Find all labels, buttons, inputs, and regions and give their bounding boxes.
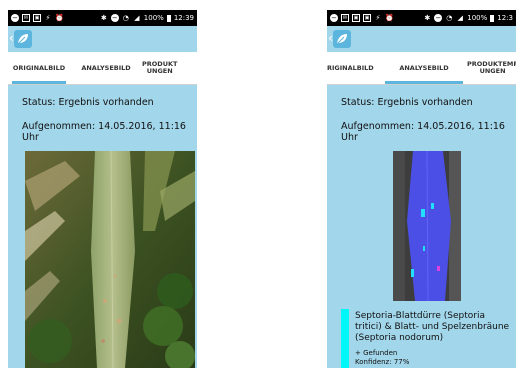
tab-produktempfehlungen[interactable]: PRODUKT UNGEN	[142, 52, 197, 84]
phone-screen-analysis: − ✉ ▣ ▣ ⚡ ⏰ ✱ − ◔ ◢ 100% 12:3 ‹ RIGINALB…	[327, 10, 516, 368]
tab-bar: ORIGINALBILD ANALYSEBILD PRODUKT UNGEN	[8, 52, 197, 85]
status-bar: − ✉ ▣ ⚡ ⏰ ✱ − ◔ ◢ 100% 12:39	[8, 10, 197, 26]
bluetooth-icon: ✱	[424, 14, 431, 22]
alarm-icon: ⏰	[55, 14, 64, 22]
wifi-icon: ◔	[122, 14, 129, 22]
clock: 12:3	[497, 14, 513, 22]
status-text: Status: Ergebnis vorhanden	[341, 97, 473, 108]
battery-icon	[166, 14, 171, 22]
image-icon: ▣	[33, 14, 41, 22]
image-icon: ▣	[363, 14, 371, 22]
plug-icon: ⚡	[45, 14, 51, 22]
battery-percent: 100%	[143, 14, 164, 22]
captured-date-line2: Uhr	[341, 132, 358, 143]
signal-icon: ◢	[134, 14, 140, 22]
result-confidence: Konfidenz: 77%	[355, 358, 410, 366]
battery-percent: 100%	[467, 14, 488, 22]
alarm-icon: ⏰	[385, 14, 394, 22]
tab-analysebild[interactable]: ANALYSEBILD	[381, 52, 467, 84]
leaf-logo-icon[interactable]	[333, 30, 351, 48]
tab-bar: RIGINALBILD ANALYSEBILD PRODUKTEMP UNGEN	[327, 52, 516, 85]
original-leaf-photo	[25, 151, 195, 368]
tab-originalbild[interactable]: ORIGINALBILD	[8, 52, 70, 84]
app-bar: ‹	[8, 26, 197, 52]
status-bar: − ✉ ▣ ▣ ⚡ ⏰ ✱ − ◔ ◢ 100% 12:3	[327, 10, 516, 26]
clock: 12:39	[173, 14, 194, 22]
captured-date-line1: Aufgenommen: 14.05.2016, 11:16	[341, 121, 505, 132]
app-bar: ‹	[327, 26, 516, 52]
plug-icon: ⚡	[375, 14, 381, 22]
result-disease-line2: tritici) & Blatt- und Spelzenbräune	[355, 322, 510, 332]
phone-screen-original: − ✉ ▣ ⚡ ⏰ ✱ − ◔ ◢ 100% 12:39 ‹ ORIGINALB…	[8, 10, 197, 368]
captured-date-line1: Aufgenommen: 14.05.2016, 11:16	[22, 121, 186, 132]
result-disease-line3: (Septoria nodorum)	[355, 333, 444, 343]
do-not-disturb-icon: −	[110, 14, 119, 22]
image-icon: ▣	[352, 14, 360, 22]
leaf-logo-icon[interactable]	[14, 30, 32, 48]
content-area: Status: Ergebnis vorhanden Aufgenommen: …	[8, 85, 197, 368]
minus-circle-icon: −	[330, 14, 338, 22]
tab-analysebild[interactable]: ANALYSEBILD	[70, 52, 142, 84]
content-area: Status: Ergebnis vorhanden Aufgenommen: …	[327, 85, 516, 368]
captured-date-line2: Uhr	[22, 132, 39, 143]
minus-circle-icon: −	[11, 14, 19, 22]
tab-produktempfehlungen[interactable]: PRODUKTEMP UNGEN	[467, 52, 516, 84]
battery-icon	[490, 14, 495, 22]
analysis-leaf-photo	[393, 151, 461, 301]
bluetooth-icon: ✱	[100, 14, 107, 22]
do-not-disturb-icon: −	[434, 14, 443, 22]
tab-originalbild[interactable]: RIGINALBILD	[327, 52, 381, 84]
status-text: Status: Ergebnis vorhanden	[22, 97, 154, 108]
result-found-label: + Gefunden	[355, 349, 398, 357]
signal-icon: ◢	[457, 14, 463, 22]
result-color-indicator	[341, 309, 349, 368]
result-disease-line1: Septoria-Blattdürre (Septoria	[355, 311, 485, 321]
mail-icon: ✉	[341, 14, 349, 22]
wifi-icon: ◔	[446, 14, 453, 22]
mail-icon: ✉	[22, 14, 30, 22]
